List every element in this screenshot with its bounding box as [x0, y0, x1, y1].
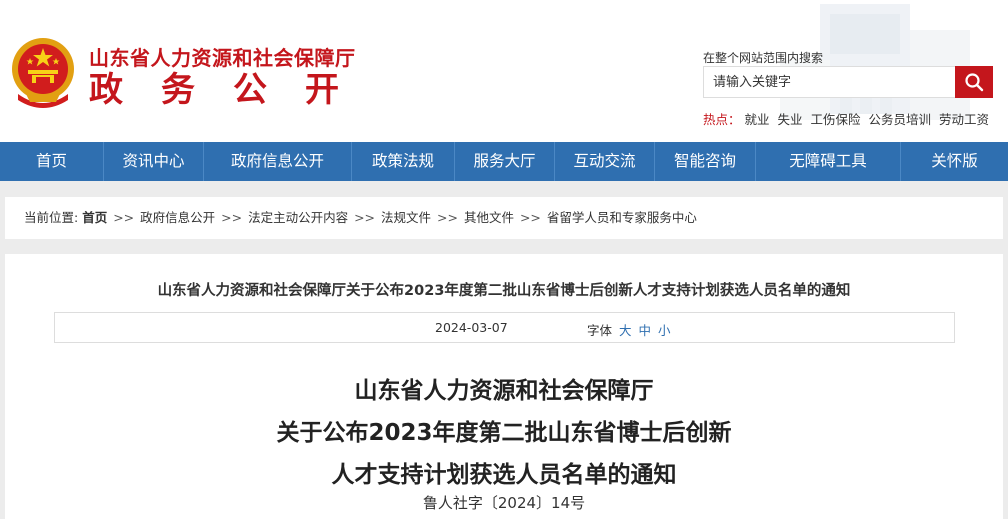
hot-keyword-link[interactable]: 劳动工资 [939, 112, 989, 127]
nav-item-home[interactable]: 首页 [0, 142, 104, 181]
nav-item-care-mode[interactable]: 关怀版 [901, 142, 1008, 181]
font-size-control: 字体 大 中 小 [587, 320, 671, 339]
document-title-line: 关于公布2023年度第二批山东省博士后创新 [276, 420, 732, 446]
article-meta-bar: 2024-03-07 字体 大 中 小 [54, 312, 955, 343]
font-size-medium-link[interactable]: 中 [639, 323, 652, 338]
publish-date: 2024-03-07 [435, 320, 508, 335]
nav-item-accessibility[interactable]: 无障碍工具 [756, 142, 901, 181]
breadcrumb: 当前位置: 首页 >> 政府信息公开 >> 法定主动公开内容 >> 法规文件 >… [5, 197, 1003, 239]
breadcrumb-link[interactable]: 其他文件 [464, 210, 514, 225]
nav-item-gov-info[interactable]: 政府信息公开 [204, 142, 352, 181]
breadcrumb-home-link[interactable]: 首页 [82, 210, 107, 225]
hot-keyword-link[interactable]: 就业 [745, 112, 770, 127]
national-emblem-icon [12, 38, 74, 108]
site-header: 山东省人力资源和社会保障厅 政务公开 在整个网站范围内搜索 热点： 就业 失业 … [0, 0, 1008, 142]
font-size-small-link[interactable]: 小 [658, 323, 671, 338]
document-title-line: 山东省人力资源和社会保障厅 [354, 378, 654, 404]
search-icon [965, 73, 984, 92]
search-scope-label: 在整个网站范围内搜索 [703, 51, 824, 65]
document-number: 鲁人社字〔2024〕14号 [422, 494, 586, 512]
nav-item-policy[interactable]: 政策法规 [352, 142, 455, 181]
main-nav: 首页 资讯中心 政府信息公开 政策法规 服务大厅 互动交流 智能咨询 无障碍工具… [0, 142, 1008, 181]
article-heading: 山东省人力资源和社会保障厅关于公布2023年度第二批山东省博士后创新人才支持计划… [157, 283, 851, 299]
breadcrumb-link[interactable]: 省留学人员和专家服务中心 [547, 210, 697, 225]
document-title-line: 人才支持计划获选人员名单的通知 [331, 462, 677, 488]
breadcrumb-separator: >> [354, 210, 376, 225]
font-size-large-link[interactable]: 大 [619, 323, 632, 338]
nav-item-news[interactable]: 资讯中心 [104, 142, 204, 181]
breadcrumb-separator: >> [519, 210, 541, 225]
nav-item-interaction[interactable]: 互动交流 [555, 142, 655, 181]
breadcrumb-separator: >> [437, 210, 458, 225]
font-size-label: 字体 [587, 323, 613, 338]
article: 山东省人力资源和社会保障厅关于公布2023年度第二批山东省博士后创新人才支持计划… [5, 254, 1003, 519]
breadcrumb-prefix: 当前位置: [24, 210, 79, 225]
breadcrumb-separator: >> [221, 210, 243, 225]
search-button[interactable] [955, 66, 993, 98]
hot-keywords: 热点： 就业 失业 工伤保险 公务员培训 劳动工资 [703, 109, 993, 128]
breadcrumb-link[interactable]: 法规文件 [381, 210, 431, 225]
nav-item-service-hall[interactable]: 服务大厅 [455, 142, 555, 181]
breadcrumb-link[interactable]: 法定主动公开内容 [248, 210, 348, 225]
breadcrumb-link[interactable]: 政府信息公开 [140, 210, 215, 225]
breadcrumb-separator: >> [113, 210, 135, 225]
nav-item-smart-consult[interactable]: 智能咨询 [655, 142, 756, 181]
hot-label: 热点： [703, 112, 741, 127]
hot-keyword-link[interactable]: 工伤保险 [811, 112, 861, 127]
org-name: 山东省人力资源和社会保障厅 [89, 46, 356, 70]
hot-keyword-link[interactable]: 失业 [778, 112, 803, 127]
section-title: 政务公开 [89, 70, 377, 110]
hot-keyword-link[interactable]: 公务员培训 [869, 112, 932, 127]
search-input[interactable] [703, 66, 956, 98]
